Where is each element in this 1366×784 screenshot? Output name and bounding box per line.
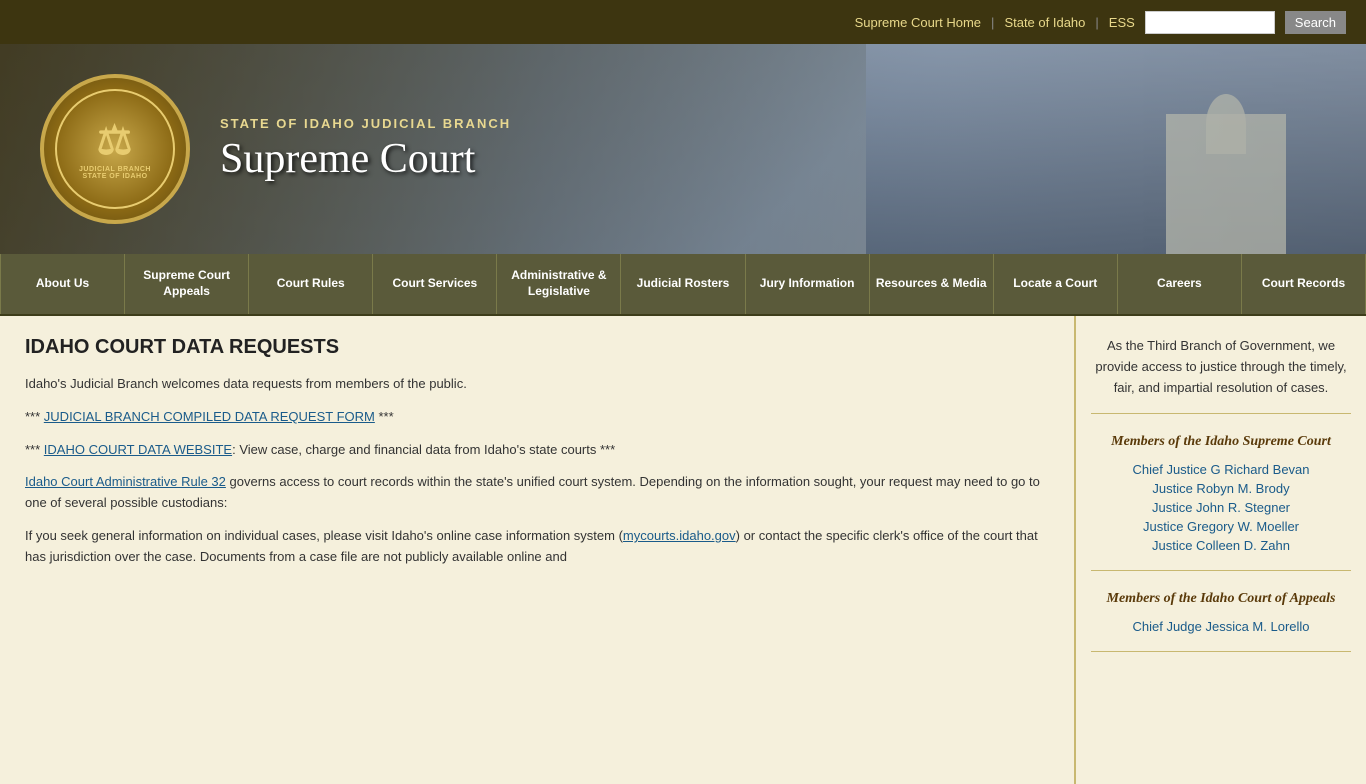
supreme-court-members-list: Chief Justice G Richard BevanJustice Rob…	[1091, 460, 1351, 555]
supreme-court-members-title: Members of the Idaho Supreme Court	[1091, 434, 1351, 450]
case-info-prefix: If you seek general information on indiv…	[25, 528, 623, 543]
seal-circle: ⚖ JUDICIAL BRANCHSTATE OF IDAHO	[40, 74, 190, 224]
supreme-court-home-link[interactable]: Supreme Court Home	[855, 15, 981, 30]
banner-main-title: Supreme Court	[220, 135, 511, 183]
nav-item-5[interactable]: Judicial Rosters	[621, 254, 745, 314]
rule-paragraph: Idaho Court Administrative Rule 32 gover…	[25, 472, 1049, 514]
nav-item-2[interactable]: Court Rules	[249, 254, 373, 314]
nav-item-3[interactable]: Court Services	[373, 254, 497, 314]
state-of-idaho-link[interactable]: State of Idaho	[1004, 15, 1085, 30]
case-info-paragraph: If you seek general information on indiv…	[25, 526, 1049, 568]
content-area: IDAHO COURT DATA REQUESTS Idaho's Judici…	[0, 316, 1076, 784]
top-bar: Supreme Court Home | State of Idaho | ES…	[0, 0, 1366, 44]
scales-icon: ⚖	[97, 118, 134, 164]
nav-item-6[interactable]: Jury Information	[746, 254, 870, 314]
mycourts-link[interactable]: mycourts.idaho.gov	[623, 528, 736, 543]
nav-item-7[interactable]: Resources & Media	[870, 254, 994, 314]
form-prefix: ***	[25, 409, 44, 424]
website-paragraph: *** IDAHO COURT DATA WEBSITE: View case,…	[25, 440, 1049, 461]
separator1: |	[991, 15, 994, 30]
appeals-court-members-section: Members of the Idaho Court of Appeals Ch…	[1091, 591, 1351, 652]
intro-text: Idaho's Judicial Branch welcomes data re…	[25, 374, 1049, 395]
nav-item-4[interactable]: Administrative & Legislative	[497, 254, 621, 314]
ess-link[interactable]: ESS	[1109, 15, 1135, 30]
nav-item-1[interactable]: Supreme Court Appeals	[125, 254, 249, 314]
page-title: IDAHO COURT DATA REQUESTS	[25, 336, 1049, 359]
search-button[interactable]: Search	[1285, 11, 1346, 34]
website-link[interactable]: IDAHO COURT DATA WEBSITE	[44, 442, 232, 457]
nav-item-9[interactable]: Careers	[1118, 254, 1242, 314]
supreme-court-members-section: Members of the Idaho Supreme Court Chief…	[1091, 434, 1351, 571]
sidebar-mission: As the Third Branch of Government, we pr…	[1091, 336, 1351, 414]
website-text: : View case, charge and financial data f…	[232, 442, 615, 457]
banner-title: STATE OF IDAHO JUDICIAL BRANCH Supreme C…	[220, 116, 511, 183]
capitol-building	[1166, 114, 1286, 254]
appeals-court-members-title: Members of the Idaho Court of Appeals	[1091, 591, 1351, 607]
judicial-seal: ⚖ JUDICIAL BRANCHSTATE OF IDAHO	[40, 74, 190, 224]
sc-member-link[interactable]: Chief Justice G Richard Bevan	[1091, 460, 1351, 479]
seal-inner: ⚖ JUDICIAL BRANCHSTATE OF IDAHO	[55, 89, 175, 209]
sc-member-link[interactable]: Justice Colleen D. Zahn	[1091, 536, 1351, 555]
banner: ⚖ JUDICIAL BRANCHSTATE OF IDAHO STATE OF…	[0, 44, 1366, 254]
form-suffix: ***	[375, 409, 394, 424]
main-nav: About UsSupreme Court AppealsCourt Rules…	[0, 254, 1366, 316]
rule-link[interactable]: Idaho Court Administrative Rule 32	[25, 474, 226, 489]
nav-item-0[interactable]: About Us	[0, 254, 125, 314]
form-link[interactable]: JUDICIAL BRANCH COMPILED DATA REQUEST FO…	[44, 409, 375, 424]
ca-member-link[interactable]: Chief Judge Jessica M. Lorello	[1091, 617, 1351, 636]
search-input[interactable]	[1145, 11, 1275, 34]
sc-member-link[interactable]: Justice Gregory W. Moeller	[1091, 517, 1351, 536]
banner-subtitle: STATE OF IDAHO JUDICIAL BRANCH	[220, 116, 511, 131]
sidebar: As the Third Branch of Government, we pr…	[1076, 316, 1366, 784]
appeals-court-members-list: Chief Judge Jessica M. Lorello	[1091, 617, 1351, 636]
sc-member-link[interactable]: Justice Robyn M. Brody	[1091, 479, 1351, 498]
nav-item-8[interactable]: Locate a Court	[994, 254, 1118, 314]
sc-member-link[interactable]: Justice John R. Stegner	[1091, 498, 1351, 517]
seal-text: JUDICIAL BRANCHSTATE OF IDAHO	[79, 166, 151, 180]
nav-item-10[interactable]: Court Records	[1242, 254, 1366, 314]
separator2: |	[1095, 15, 1098, 30]
form-paragraph: *** JUDICIAL BRANCH COMPILED DATA REQUES…	[25, 407, 1049, 428]
banner-background	[866, 44, 1366, 254]
website-prefix: ***	[25, 442, 44, 457]
main-content: IDAHO COURT DATA REQUESTS Idaho's Judici…	[0, 316, 1366, 784]
